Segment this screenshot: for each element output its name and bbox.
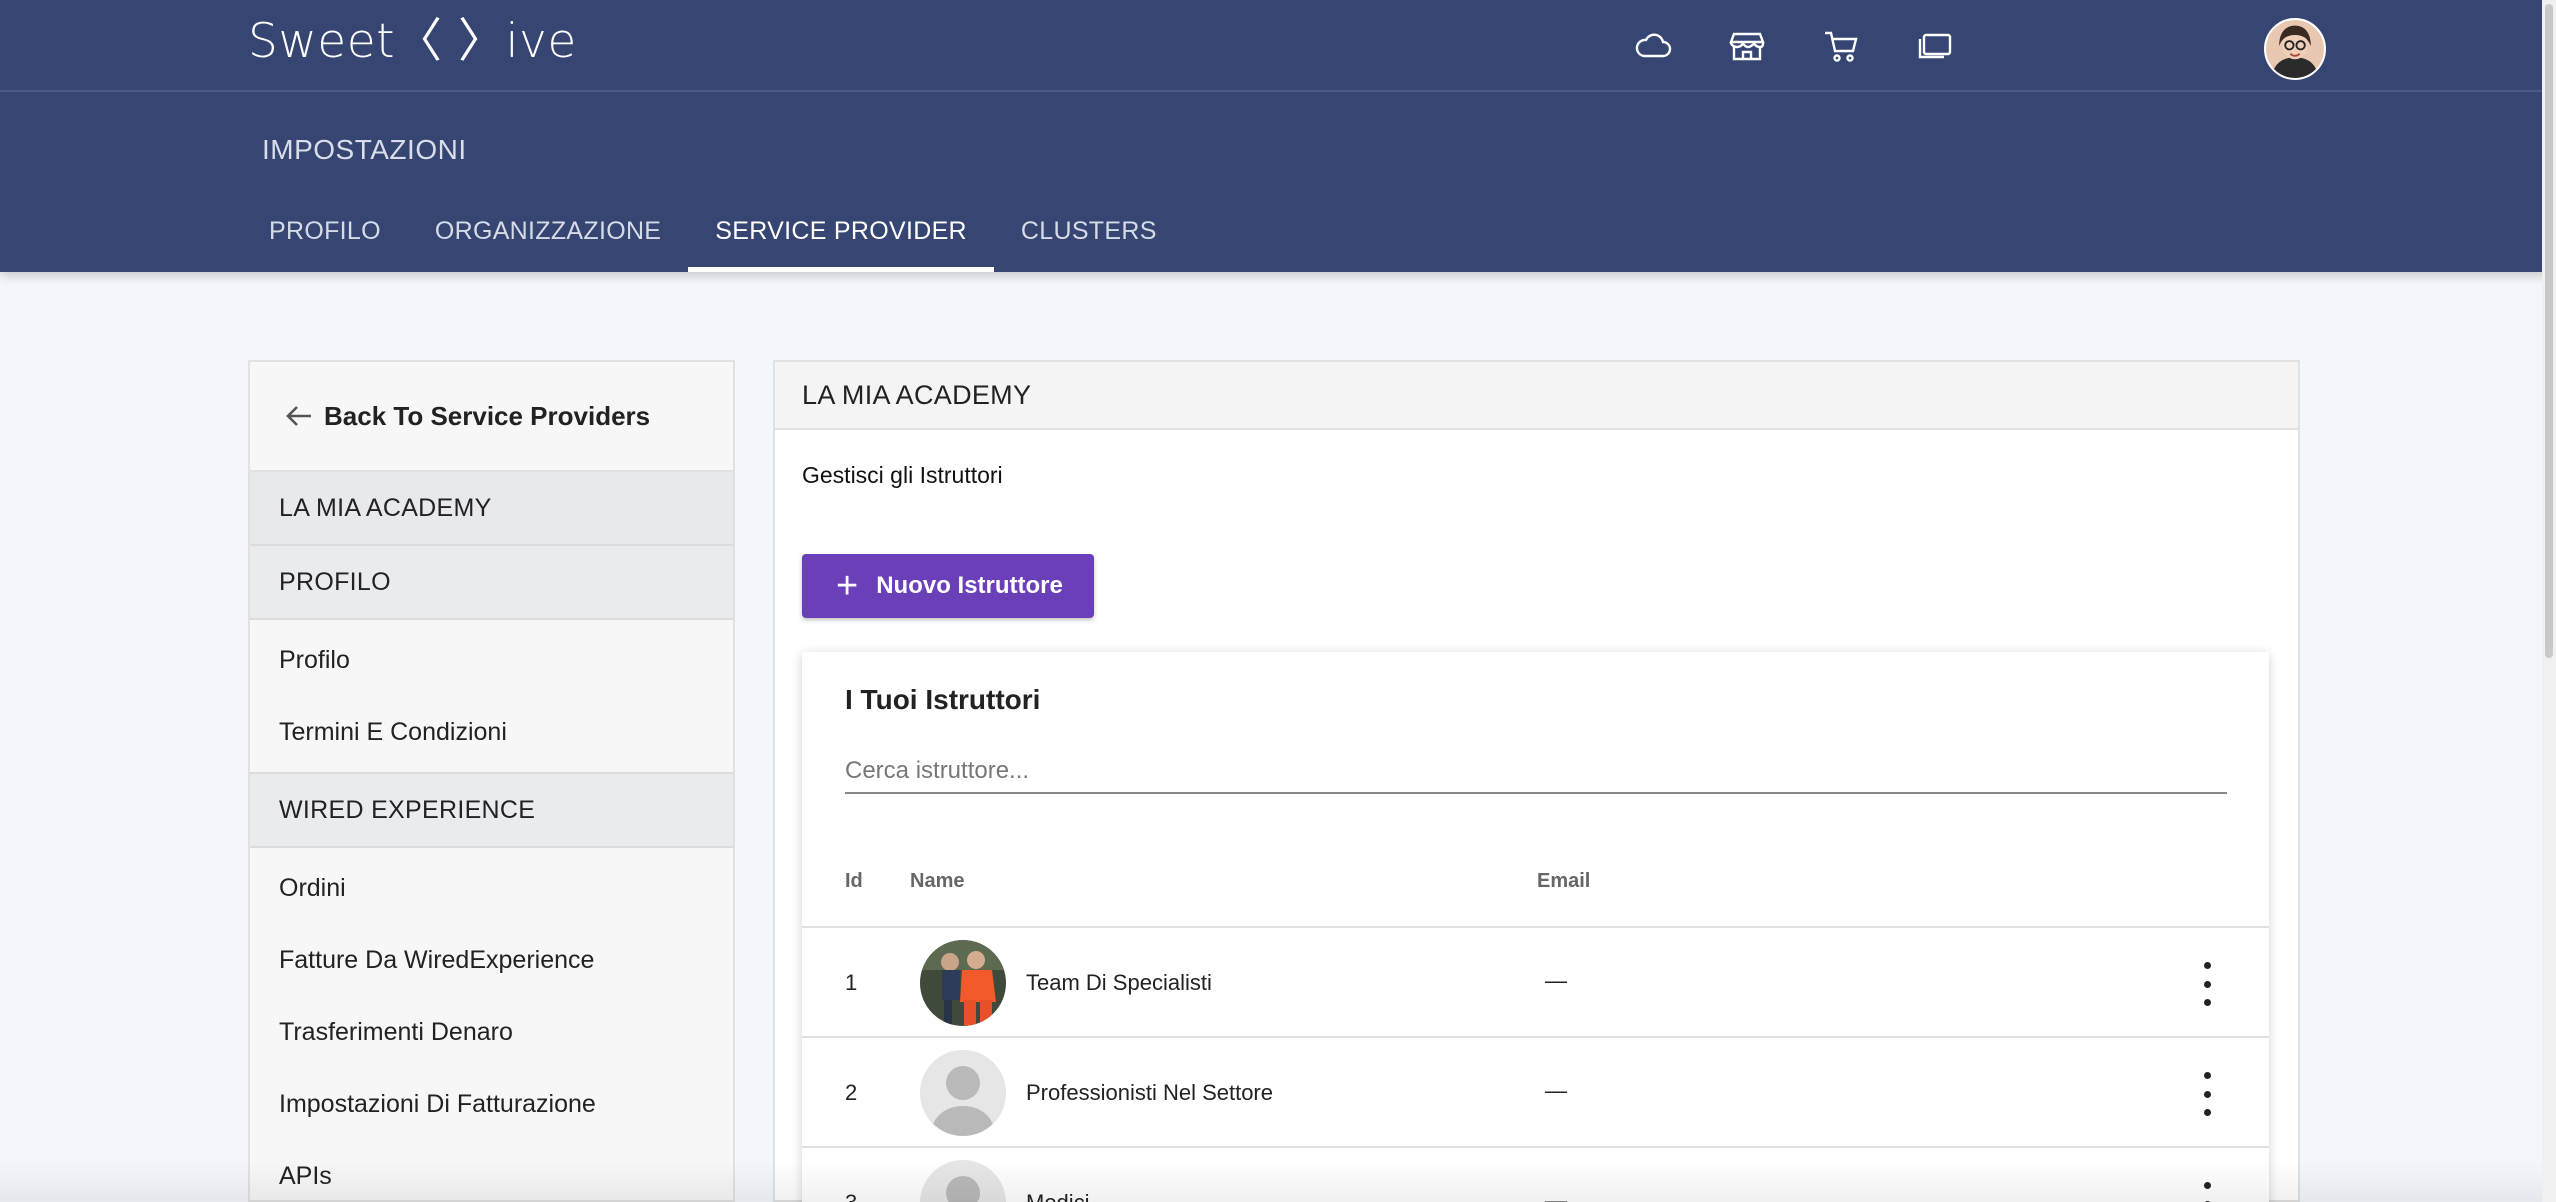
row-name: Team Di Specialisti [1026,970,1212,995]
user-avatar[interactable] [2264,18,2326,80]
header-icon-bar [1628,24,1960,68]
sidebar-item-trasferimenti[interactable]: Trasferimenti Denaro [250,996,733,1068]
back-to-service-providers-link[interactable]: Back To Service Providers [250,362,733,472]
app-logo[interactable]: Sweet〈 〉ive [248,14,577,70]
header-divider [0,90,2556,92]
page-scrollbar-thumb[interactable] [2545,4,2553,658]
sidebar: Back To Service Providers LA MIA ACADEMY… [248,360,735,1202]
table-row[interactable]: 1 Team Di Specialisti — [802,926,2269,1036]
sidebar-section-academy[interactable]: LA MIA ACADEMY [250,472,733,546]
cart-icon[interactable] [1816,24,1866,68]
search-instructor-input[interactable] [845,750,2227,794]
table-row[interactable]: 3 Medici — [802,1146,2269,1202]
new-instructor-label: Nuovo Istruttore [876,572,1063,599]
row-id: 3 [845,1190,857,1202]
instructor-avatar [920,940,1006,1026]
tab-organizzazione[interactable]: ORGANIZZAZIONE [408,200,688,272]
default-avatar-icon [920,1050,1006,1136]
table-row[interactable]: 2 Professionisti Nel Settore — [802,1036,2269,1146]
row-id: 1 [845,970,858,995]
new-instructor-button[interactable]: + Nuovo Istruttore [802,554,1094,618]
cloud-icon[interactable] [1628,24,1678,68]
row-name: Professionisti Nel Settore [1026,1080,1273,1105]
default-avatar-icon [920,1160,1006,1202]
arrow-left-icon [286,406,311,426]
sidebar-item-termini[interactable]: Termini E Condizioni [250,696,733,768]
settings-tabs: PROFILO ORGANIZZAZIONE SERVICE PROVIDER … [242,200,1184,272]
plus-icon: + [836,565,859,607]
instructors-card: I Tuoi Istruttori Id Name Email 1 [802,652,2269,1202]
chat-icon[interactable] [1910,24,1960,68]
more-vert-icon[interactable] [2192,1072,2222,1116]
page-title: IMPOSTAZIONI [262,134,467,165]
sidebar-wired-group: Ordini Fatture Da WiredExperience Trasfe… [250,848,733,1202]
sidebar-section-profilo[interactable]: PROFILO [250,546,733,620]
column-header-id: Id [845,870,863,892]
back-link-label: Back To Service Providers [324,400,651,431]
sidebar-item-fatture[interactable]: Fatture Da WiredExperience [250,924,733,996]
tab-service-provider[interactable]: SERVICE PROVIDER [688,200,994,272]
instructors-title: I Tuoi Istruttori [845,684,1041,715]
more-vert-icon[interactable] [2192,1182,2222,1202]
column-header-email: Email [1537,870,1591,892]
row-email: — [1545,1078,1567,1103]
store-icon[interactable] [1722,24,1772,68]
column-header-name: Name [910,870,965,892]
sidebar-item-profilo[interactable]: Profilo [250,624,733,696]
tab-profilo[interactable]: PROFILO [242,200,408,272]
row-name: Medici [1026,1190,1090,1202]
top-header: Sweet〈 〉ive IMPOSTAZIONI PROFILO ORGANIZ… [0,0,2556,272]
row-email: — [1545,968,1567,993]
sidebar-item-apis[interactable]: APIs [250,1140,733,1202]
row-email: — [1545,1188,1567,1202]
sidebar-profile-group: Profilo Termini E Condizioni [250,620,733,774]
sidebar-item-impostazioni-fatturazione[interactable]: Impostazioni Di Fatturazione [250,1068,733,1140]
main-subtitle: Gestisci gli Istruttori [802,462,1003,488]
tab-clusters[interactable]: CLUSTERS [994,200,1184,272]
more-vert-icon[interactable] [2192,962,2222,1006]
row-id: 2 [845,1080,858,1105]
main-panel-header: LA MIA ACADEMY [775,362,2298,430]
sidebar-section-wired[interactable]: WIRED EXPERIENCE [250,774,733,848]
main-panel: LA MIA ACADEMY Gestisci gli Istruttori +… [773,360,2300,1202]
sidebar-item-ordini[interactable]: Ordini [250,852,733,924]
